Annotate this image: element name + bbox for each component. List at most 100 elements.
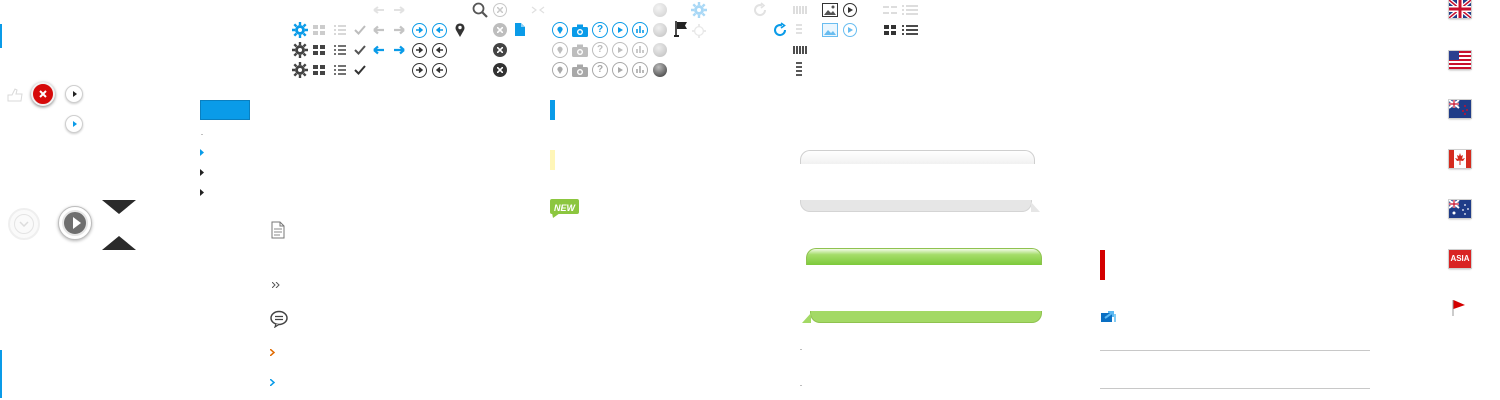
grid-view-faded-icon[interactable] [313, 25, 325, 35]
bar-chart-icon [636, 46, 644, 53]
asia-flag-label: ASIA [1450, 254, 1470, 263]
signal-bars-icon [793, 46, 807, 54]
red-vertical-marker [1100, 250, 1105, 280]
caret-right-blue-icon [200, 149, 204, 156]
grey-radio-light [653, 3, 667, 17]
grid-view-icon[interactable] [313, 65, 325, 75]
play-icon [618, 67, 623, 73]
share-blue-icon[interactable] [1101, 311, 1117, 323]
list-view-faded-icon[interactable] [334, 25, 346, 35]
canada-flag-icon[interactable] [1449, 150, 1471, 168]
bubble-green-top [806, 248, 1042, 265]
gear-faded-icon [692, 24, 706, 38]
camera-icon[interactable] [572, 64, 588, 77]
tiny-dot [201, 134, 203, 135]
play-icon [848, 7, 853, 13]
left-blue-marker-bottom [0, 350, 2, 398]
divider-line [1100, 350, 1370, 351]
arrow-right-icon [416, 47, 423, 53]
new-badge: NEW [550, 199, 579, 214]
play-icon [73, 217, 81, 229]
document-blue-icon[interactable] [515, 23, 525, 36]
arrow-right-blue-icon[interactable] [393, 45, 405, 55]
double-chevron-right-icon [272, 282, 280, 288]
arrow-right-icon [416, 67, 423, 73]
tiny-dot [800, 385, 802, 386]
close-icon [497, 67, 503, 73]
refresh-faded-icon [754, 2, 767, 17]
arrow-left-icon [436, 67, 443, 73]
flag-icon[interactable] [674, 21, 688, 37]
location-pin-icon [557, 26, 563, 34]
document-icon [271, 221, 285, 239]
gear-faded-blue-icon [691, 2, 707, 18]
grid-view-icon[interactable] [884, 25, 896, 35]
image-blue-icon[interactable] [822, 23, 838, 37]
comment-icon [270, 310, 288, 328]
search-icon[interactable] [472, 2, 488, 18]
uk-flag-icon[interactable] [1449, 0, 1471, 18]
bubble-grey-bottom [800, 200, 1032, 212]
vertical-lines-icon [796, 62, 802, 76]
chevron-down-icon [19, 221, 29, 227]
blue-vertical-marker [550, 100, 555, 120]
bubble-green-bottom [810, 311, 1042, 323]
list-view-faded-icon [902, 5, 918, 15]
caret-up-icon[interactable] [102, 236, 136, 250]
caret-down-icon[interactable] [102, 200, 136, 215]
list-view-icon[interactable] [902, 25, 918, 35]
check-icon[interactable] [354, 65, 366, 75]
expand-faded-icon [531, 6, 545, 14]
close-icon [497, 47, 503, 53]
chevron-right-orange-icon [270, 349, 275, 356]
help-icon: ? [597, 24, 604, 35]
gear-icon[interactable] [292, 62, 308, 78]
play-icon [848, 27, 853, 33]
arrow-left-icon [436, 27, 443, 33]
location-pin-icon [557, 46, 563, 54]
au-flag-icon[interactable] [1449, 200, 1471, 218]
location-pin-icon[interactable] [455, 23, 465, 37]
bubble-grey-top [800, 150, 1035, 164]
arrow-left-faded-icon [373, 6, 384, 14]
new-badge-label: NEW [554, 203, 575, 213]
bubble-grey-tail [1031, 202, 1040, 212]
new-badge-tail [552, 213, 560, 218]
arrow-left-faded-icon[interactable] [373, 25, 385, 35]
list-view-icon[interactable] [334, 45, 346, 55]
signal-bars-faded-icon [793, 6, 807, 14]
camera-icon[interactable] [572, 44, 588, 57]
us-flag-icon[interactable] [1449, 51, 1471, 69]
play-icon [618, 47, 623, 53]
bar-chart-icon [636, 66, 644, 73]
location-pin-icon [557, 66, 563, 74]
gear-icon[interactable] [292, 22, 308, 38]
thumb-icon [7, 88, 23, 102]
help-icon: ? [597, 64, 604, 75]
red-pennant-icon[interactable] [1451, 299, 1467, 317]
divider-line [1100, 388, 1370, 389]
nz-flag-icon[interactable] [1449, 100, 1471, 118]
vertical-lines-faded-icon [796, 24, 802, 34]
caret-right-icon [200, 189, 204, 196]
refresh-icon[interactable] [772, 22, 788, 38]
grid-view-icon[interactable] [313, 45, 325, 55]
arrow-right-icon [416, 27, 423, 33]
grid-view-faded-icon [883, 6, 897, 14]
yellow-vertical-marker [550, 150, 555, 170]
asia-flag-icon[interactable]: ASIA [1449, 250, 1471, 268]
play-icon [618, 27, 623, 33]
camera-icon[interactable] [572, 24, 588, 37]
check-icon[interactable] [354, 45, 366, 55]
blue-button-swatch[interactable] [200, 100, 250, 120]
play-icon [73, 121, 77, 127]
help-icon: ? [597, 44, 604, 55]
gear-icon[interactable] [292, 42, 308, 58]
tiny-dot [800, 349, 802, 350]
arrow-right-faded-icon[interactable] [393, 25, 405, 35]
check-faded-icon[interactable] [354, 25, 366, 35]
arrow-left-blue-icon[interactable] [373, 45, 385, 55]
chevron-right-blue-icon [270, 379, 275, 386]
list-view-icon[interactable] [334, 65, 346, 75]
caret-right-icon [200, 169, 204, 176]
